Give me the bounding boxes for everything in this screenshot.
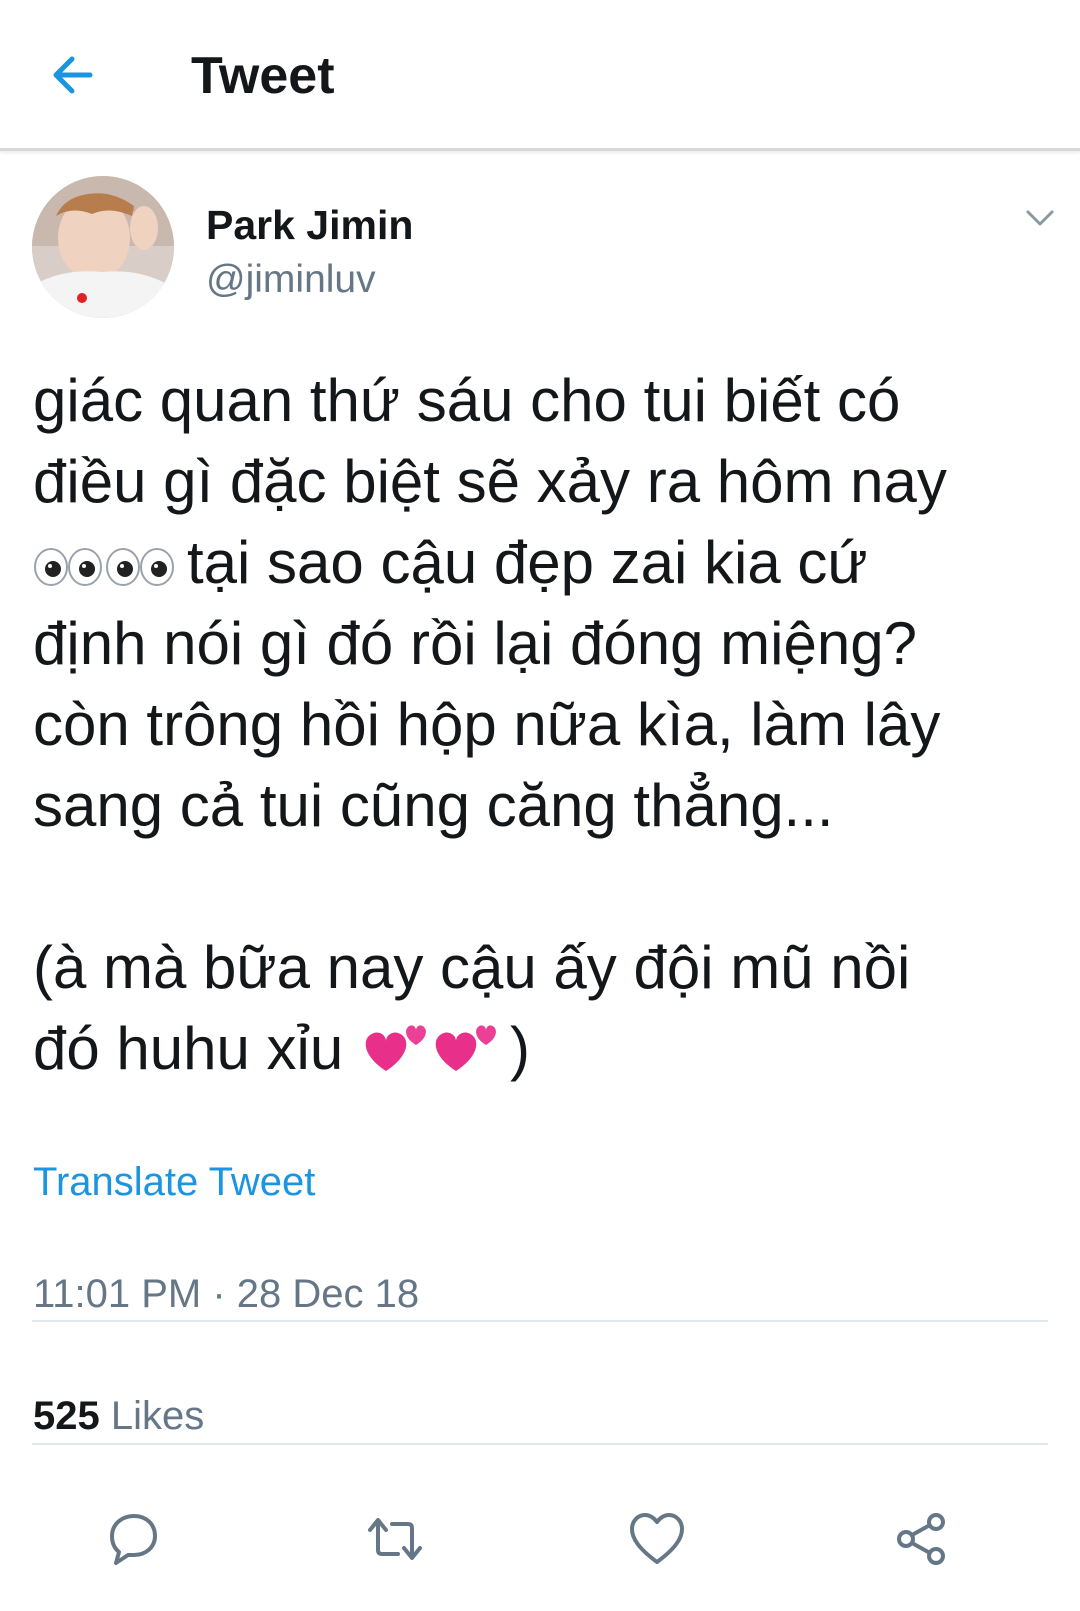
likes-number: 525: [33, 1394, 100, 1438]
likes-label: Likes: [99, 1394, 205, 1438]
more-options-button[interactable]: [1022, 202, 1058, 232]
tweet-line: (à mà bữa nay cậu ấy đội mũ nồi: [33, 934, 911, 1001]
tweet-line-text: tại sao cậu đẹp zai kia cứ: [187, 529, 868, 596]
author-name[interactable]: Park Jimin: [206, 202, 413, 249]
tweet-line: giác quan thứ sáu cho tui biết có: [33, 367, 901, 434]
tweet-line-text: đó huhu xỉu: [33, 1015, 360, 1082]
tweet-line: điều gì đặc biệt sẽ xảy ra hôm nay: [33, 448, 947, 515]
reply-icon: [110, 1514, 157, 1565]
like-button[interactable]: [628, 1510, 686, 1568]
tweet-line: sang cả tui cũng căng thẳng...: [33, 772, 834, 839]
tweet-line: tại sao cậu đẹp zai kia cứ: [33, 522, 1043, 603]
divider: [32, 1443, 1048, 1445]
tweet-line: định nói gì đó rồi lại đóng miệng?: [33, 610, 917, 677]
retweet-button[interactable]: [366, 1510, 424, 1568]
translate-tweet-link[interactable]: Translate Tweet: [33, 1160, 315, 1205]
tweet-timestamp: 11:01 PM · 28 Dec 18: [33, 1272, 420, 1316]
chevron-down-icon: [1026, 210, 1054, 226]
arrow-left-icon: [53, 56, 93, 94]
author-handle[interactable]: @jiminluv: [206, 258, 376, 302]
eyes-emoji: [33, 547, 175, 587]
page-title: Tweet: [191, 47, 335, 105]
likes-count-link[interactable]: 525 Likes: [33, 1394, 204, 1439]
back-button[interactable]: [46, 50, 102, 100]
tweet-text: giác quan thứ sáu cho tui biết có điều gì…: [33, 360, 1043, 1095]
like-icon: [630, 1513, 684, 1564]
divider: [32, 1320, 1048, 1322]
share-button[interactable]: [892, 1510, 950, 1568]
avatar[interactable]: [32, 176, 174, 318]
share-icon: [897, 1513, 945, 1565]
reply-button[interactable]: [104, 1510, 162, 1568]
retweet-icon: [368, 1518, 422, 1560]
top-app-bar: Tweet: [0, 0, 1080, 151]
tweet-line-text: ): [509, 1015, 530, 1082]
two-hearts-emoji: [360, 1011, 510, 1095]
tweet-line: đó huhu xỉu ): [33, 1008, 1043, 1095]
tweet-line: còn trông hồi hộp nữa kìa, làm lây: [33, 691, 941, 758]
